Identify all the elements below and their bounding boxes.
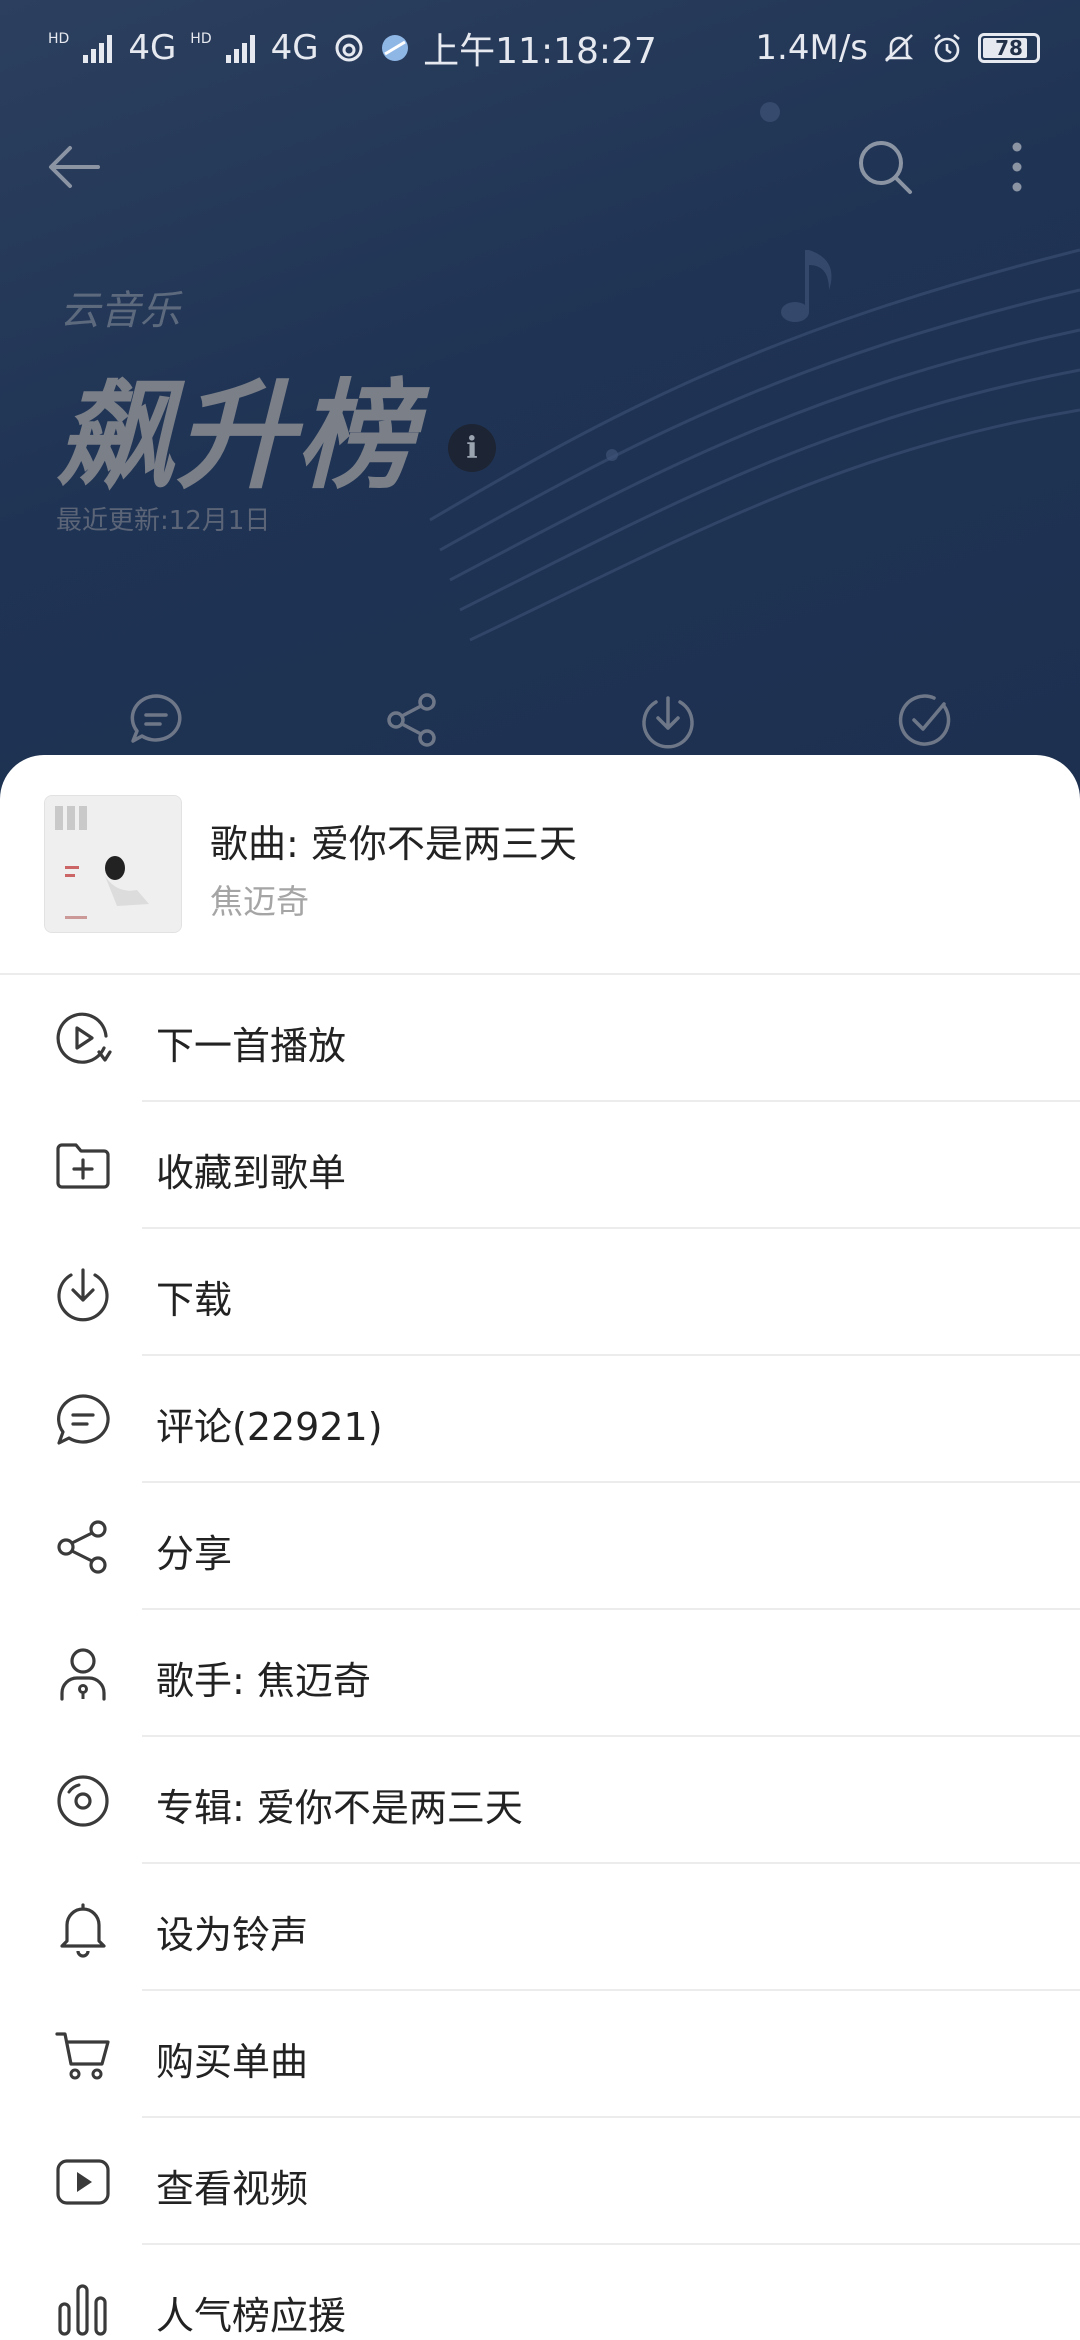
check-icon[interactable]: [894, 690, 954, 750]
back-arrow-icon[interactable]: [40, 132, 110, 202]
artist-icon: [60, 1648, 106, 1701]
menu-item-download[interactable]: 下载: [0, 1229, 1080, 1356]
top-navigation: [0, 120, 1080, 216]
battery-level: 78: [995, 36, 1023, 60]
hd-label: HD: [48, 31, 70, 47]
menu-item-play-next[interactable]: 下一首播放: [0, 975, 1080, 1102]
menu-item-add-to-playlist[interactable]: 收藏到歌单: [0, 1102, 1080, 1229]
song-artist: 焦迈奇: [210, 882, 309, 921]
menu-item-popularity-support[interactable]: 人气榜应援: [0, 2245, 1080, 2340]
album-icon: [57, 1775, 109, 1827]
comment-icon[interactable]: [126, 690, 186, 750]
network-type-2: 4G: [270, 28, 319, 68]
chart-title: 飙升榜: [56, 367, 417, 505]
alarm-icon: [934, 33, 960, 63]
share-icon: [57, 1520, 107, 1574]
menu-label: 下载: [156, 1278, 233, 1322]
netease-icon: [335, 34, 363, 62]
battery-icon: 78: [978, 33, 1040, 63]
signal-icon: [83, 33, 113, 63]
comment-icon: [57, 1394, 110, 1445]
status-bar: HD 4G HD 4G 上午11:18:27 1.4M/s 78: [0, 0, 1080, 96]
menu-label: 查看视频: [156, 2167, 309, 2211]
song-options-sheet: 歌曲: 爱你不是两三天 焦迈奇 下一首播放 收藏到歌单 下载 评论(22921)…: [0, 755, 1080, 2340]
menu-item-album[interactable]: 专辑: 爱你不是两三天: [0, 1737, 1080, 1864]
download-icon: [57, 1268, 109, 1322]
album-cover: [44, 795, 182, 933]
menu-label: 歌手: 焦迈奇: [156, 1659, 371, 1703]
song-header: 歌曲: 爱你不是两三天 焦迈奇: [0, 755, 1080, 975]
album-cover-art: [45, 796, 181, 932]
chart-header-background: HD 4G HD 4G 上午11:18:27 1.4M/s 78 云音乐 飙升榜…: [0, 0, 1080, 800]
menu-label: 人气榜应援: [156, 2294, 347, 2338]
chart-action-row: [0, 690, 1080, 754]
song-options-menu: 下一首播放 收藏到歌单 下载 评论(22921) 分享 歌手: 焦迈奇 专辑: …: [0, 975, 1080, 2340]
menu-label: 设为铃声: [156, 1913, 309, 1957]
menu-label: 评论(22921): [156, 1405, 383, 1449]
menu-label: 下一首播放: [156, 1024, 347, 1068]
bar-chart-icon: [58, 2284, 107, 2336]
hd-label-2: HD: [190, 31, 212, 47]
cart-icon: [55, 2032, 110, 2080]
song-title: 歌曲: 爱你不是两三天: [210, 822, 577, 866]
more-vertical-icon[interactable]: [1002, 132, 1032, 202]
brand-subtitle: 云音乐: [60, 288, 180, 334]
share-icon[interactable]: [382, 690, 442, 750]
search-icon[interactable]: [850, 132, 920, 202]
browser-icon: [381, 35, 408, 61]
video-icon: [56, 2159, 110, 2205]
menu-item-ringtone[interactable]: 设为铃声: [0, 1864, 1080, 1991]
menu-label: 专辑: 爱你不是两三天: [156, 1786, 523, 1830]
menu-item-artist[interactable]: 歌手: 焦迈奇: [0, 1610, 1080, 1737]
menu-item-comments[interactable]: 评论(22921): [0, 1356, 1080, 1483]
menu-item-share[interactable]: 分享: [0, 1483, 1080, 1610]
menu-item-watch-video[interactable]: 查看视频: [0, 2118, 1080, 2245]
menu-label: 购买单曲: [156, 2040, 309, 2084]
menu-label: 分享: [156, 1532, 233, 1576]
network-type-1: 4G: [128, 28, 177, 68]
download-icon[interactable]: [638, 690, 698, 750]
menu-label: 收藏到歌单: [156, 1151, 347, 1195]
info-icon[interactable]: i: [448, 424, 496, 472]
bell-icon: [60, 1903, 106, 1958]
play-next-icon: [56, 1012, 112, 1064]
network-speed: 1.4M/s: [755, 28, 868, 68]
update-date: 最近更新:12月1日: [56, 506, 271, 536]
menu-item-buy-single[interactable]: 购买单曲: [0, 1991, 1080, 2118]
mute-icon: [884, 34, 914, 62]
add-to-playlist-icon: [56, 1143, 110, 1189]
signal-icon: [225, 33, 255, 63]
